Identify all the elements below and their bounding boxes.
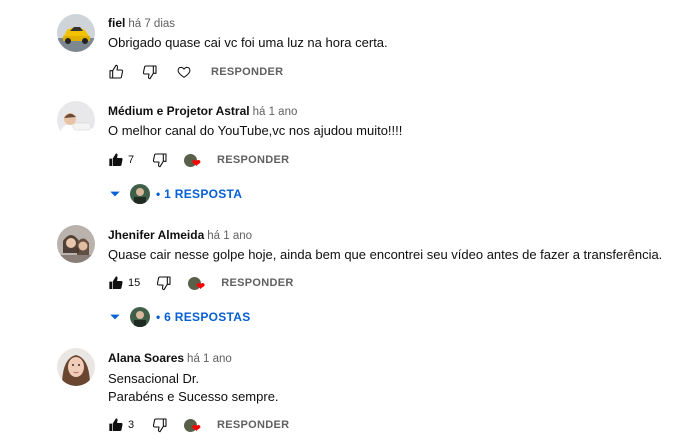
- dislike-icon[interactable]: [150, 415, 170, 435]
- comment-time[interactable]: há 1 ano: [207, 230, 252, 242]
- heart-outline-icon[interactable]: [174, 62, 194, 82]
- like-count: 15: [128, 277, 141, 289]
- view-replies-button[interactable]: • 1 RESPOSTA: [108, 183, 242, 205]
- comment-author[interactable]: Médium e Projetor Astral: [108, 104, 250, 118]
- replies-count[interactable]: • 6 RESPOSTAS: [156, 310, 251, 324]
- dislike-icon[interactable]: [150, 150, 170, 170]
- comment-author[interactable]: Jhenifer Almeida: [108, 228, 204, 242]
- like-icon[interactable]: [106, 150, 126, 170]
- reply-button[interactable]: RESPONDER: [217, 154, 289, 166]
- creator-heart-icon: ❤: [180, 150, 201, 170]
- comment-time[interactable]: há 1 ano: [187, 353, 232, 365]
- reply-avatar: [130, 307, 150, 327]
- comment-time[interactable]: há 7 dias: [128, 18, 175, 30]
- reply-avatar: [130, 184, 150, 204]
- like-icon[interactable]: [106, 415, 126, 435]
- reply-button[interactable]: RESPONDER: [221, 277, 293, 289]
- avatar[interactable]: [57, 101, 95, 139]
- like-count: 3: [128, 419, 135, 431]
- replies-count[interactable]: • 1 RESPOSTA: [156, 187, 242, 201]
- comment-line: Sensacional Dr.: [108, 371, 200, 386]
- comment-line: Quase cair nesse golpe hoje, ainda bem q…: [108, 247, 663, 262]
- comment-text: Quase cair nesse golpe hoje, ainda bem q…: [108, 246, 662, 264]
- comment-line: O melhor canal do YouTube,vc nos ajudou …: [108, 123, 403, 138]
- like-count: 7: [128, 154, 135, 166]
- chevron-down-icon: [110, 314, 120, 320]
- avatar[interactable]: [57, 348, 95, 386]
- comment-text: Sensacional Dr. Parabéns e Sucesso sempr…: [108, 370, 279, 406]
- comment-time[interactable]: há 1 ano: [253, 106, 298, 118]
- avatar[interactable]: [57, 225, 95, 263]
- like-icon[interactable]: [106, 62, 126, 82]
- avatar[interactable]: [57, 14, 95, 52]
- creator-heart-icon: ❤: [184, 273, 205, 293]
- comment-line: Obrigado quase cai vc foi uma luz na hor…: [108, 35, 388, 50]
- dislike-icon[interactable]: [140, 62, 160, 82]
- comment-text: Obrigado quase cai vc foi uma luz na hor…: [108, 34, 388, 52]
- view-replies-button[interactable]: • 6 RESPOSTAS: [108, 306, 251, 328]
- reply-button[interactable]: RESPONDER: [217, 419, 289, 431]
- comment-author[interactable]: Alana Soares: [108, 351, 184, 365]
- chevron-down-icon: [110, 191, 120, 197]
- reply-button[interactable]: RESPONDER: [211, 66, 283, 78]
- like-icon[interactable]: [106, 273, 126, 293]
- dislike-icon[interactable]: [154, 273, 174, 293]
- comment-author[interactable]: fiel: [108, 16, 125, 30]
- comment-line: Parabéns e Sucesso sempre.: [108, 389, 279, 404]
- comment-text: O melhor canal do YouTube,vc nos ajudou …: [108, 122, 402, 140]
- creator-heart-icon: ❤: [180, 415, 201, 435]
